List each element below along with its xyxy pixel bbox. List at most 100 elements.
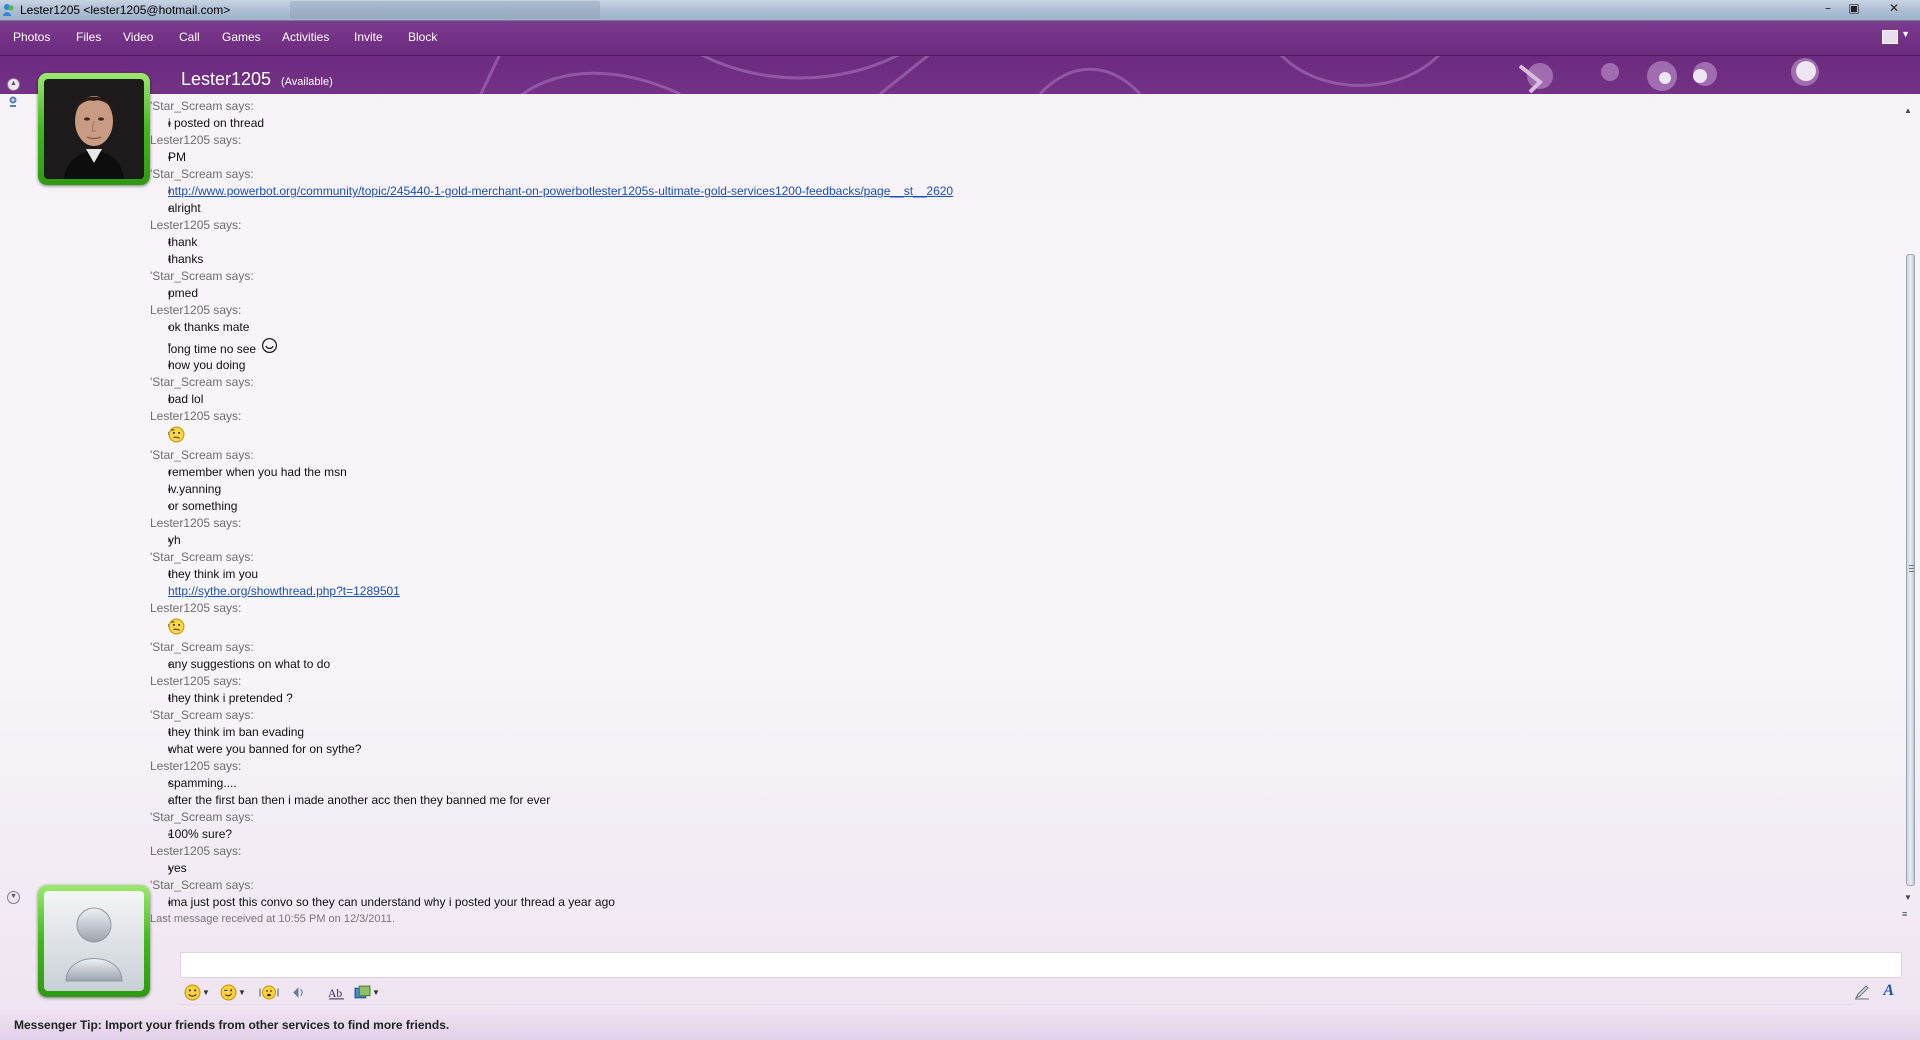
message-text: pmed: [168, 286, 199, 300]
message-text: yes: [168, 861, 187, 875]
message-text: ima just post this convo so they can und…: [168, 895, 615, 909]
menu-bar: Photos Files Video Call Games Activities…: [0, 21, 1920, 56]
message-link[interactable]: http://www.powerbot.org/community/topic/…: [168, 184, 953, 198]
menu-files[interactable]: Files: [76, 30, 101, 44]
conversation-header: Lester1205 (Available): [0, 56, 1920, 94]
nudge-icon: [259, 985, 279, 1000]
thinking-emoticon-icon: [168, 426, 185, 443]
conversation-history: thanks 'Star_Scream says: i posted on thre…: [150, 94, 1900, 944]
menu-video[interactable]: Video: [123, 30, 153, 44]
header-decoration: [479, 56, 1819, 94]
message-text: i posted on thread: [168, 116, 265, 130]
contact-status: (Available): [281, 76, 333, 88]
minimize-button[interactable]: –: [1816, 1, 1840, 17]
sender-label: Lester1205 says:: [150, 844, 242, 858]
message-text: PM: [168, 150, 186, 164]
message-text: ok thanks mate: [168, 320, 250, 334]
smile-icon: [184, 984, 201, 1001]
restore-button[interactable]: ▣: [1842, 1, 1866, 17]
message-text: lv.yanning: [168, 482, 222, 496]
sender-label: Lester1205 says:: [150, 133, 242, 147]
message-text: 100% sure?: [168, 827, 233, 841]
contact-photo: [44, 79, 144, 179]
font-icon[interactable]: A: [1883, 982, 1894, 1000]
sender-label: 'Star_Scream says:: [150, 640, 254, 654]
background-icon: [354, 985, 371, 999]
message-text: they think im you: [168, 567, 259, 581]
sender-label: Lester1205 says:: [150, 601, 242, 615]
sender-label: 'Star_Scream says:: [150, 448, 254, 462]
menu-call[interactable]: Call: [179, 30, 200, 44]
webcam-icon[interactable]: [8, 96, 18, 108]
messenger-tip[interactable]: Messenger Tip: Import your friends from …: [14, 1018, 449, 1032]
message-link[interactable]: http://sythe.org/showthread.php?t=128950…: [168, 584, 400, 598]
message-text: after the first ban then i made another …: [168, 793, 551, 807]
menu-activities[interactable]: Activities: [282, 30, 329, 44]
chevron-down-icon[interactable]: ▼: [1901, 29, 1910, 39]
sender-label: 'Star_Scream says:: [150, 878, 254, 892]
voice-clip-icon: [293, 987, 303, 998]
sender-label: 'Star_Scream says:: [150, 375, 254, 389]
show-menu-icon[interactable]: [1882, 30, 1898, 44]
sender-label: 'Star_Scream says:: [150, 99, 254, 113]
my-avatar[interactable]: [38, 885, 150, 997]
message-text: thank: [168, 235, 198, 249]
tip-bar: Messenger Tip: Import your friends from …: [0, 1010, 1920, 1040]
default-user-picture: [44, 891, 144, 991]
menu-photos[interactable]: Photos: [13, 30, 50, 44]
message-text: alright: [168, 201, 201, 215]
emoticon-button[interactable]: ▼: [184, 982, 210, 1002]
message-text: any suggestions on what to do: [168, 657, 331, 671]
sender-label: 'Star_Scream says:: [150, 550, 254, 564]
message-text: thanks: [168, 94, 203, 96]
toolbar-divider: [180, 1004, 1852, 1005]
close-button[interactable]: ✕: [1882, 1, 1906, 17]
menu-block[interactable]: Block: [408, 30, 437, 44]
collapse-contact-icon[interactable]: ▲: [7, 78, 20, 91]
background-window-ghost: [290, 1, 600, 19]
voice-clip-button[interactable]: [290, 982, 307, 1002]
text-style-icon: Ab: [328, 987, 344, 1000]
contact-display-name: Lester1205: [181, 69, 272, 89]
sender-label: 'Star_Scream says:: [150, 269, 254, 283]
smile-emoticon-icon: [262, 337, 278, 354]
nudge-button[interactable]: [258, 982, 280, 1002]
message-text: or something: [168, 499, 238, 513]
scroll-thumb[interactable]: [1906, 254, 1915, 886]
scroll-down-icon[interactable]: ▼: [1904, 893, 1912, 902]
title-bar: Lester1205 <lester1205@hotmail.com> – ▣ …: [0, 0, 1920, 21]
sender-label: Lester1205 says:: [150, 409, 242, 423]
menu-invite[interactable]: Invite: [354, 30, 383, 44]
thinking-emoticon-icon: [168, 618, 185, 635]
sender-label: Lester1205 says:: [150, 516, 242, 530]
conversation-scrollbar[interactable]: ▲ ▼: [1902, 94, 1916, 914]
window-title: Lester1205 <lester1205@hotmail.com>: [20, 3, 231, 17]
message-text: yh: [168, 533, 181, 547]
sender-label: Lester1205 says:: [150, 759, 242, 773]
scroll-grip: [1909, 565, 1914, 574]
message-text: thanks: [168, 252, 204, 266]
handwrite-pen-icon[interactable]: [1854, 984, 1870, 1000]
scroll-up-icon[interactable]: ▲: [1904, 106, 1912, 115]
sender-label: 'Star_Scream says:: [150, 708, 254, 722]
contact-avatar[interactable]: [38, 73, 150, 185]
wink-button[interactable]: ▼: [220, 982, 246, 1002]
background-button[interactable]: ▼: [354, 982, 380, 1002]
scroll-to-end-icon[interactable]: ≡: [1902, 909, 1907, 919]
message-text: how you doing: [168, 358, 246, 372]
message-text: spamming....: [168, 776, 237, 790]
format-toolbar: ▼ ▼ Ab ▼ A: [180, 978, 1900, 1008]
sender-label: 'Star_Scream says:: [150, 810, 254, 824]
message-text: remember when you had the msn: [168, 465, 347, 479]
svg-text:Ab: Ab: [328, 987, 342, 1000]
message-input[interactable]: [180, 952, 1902, 978]
message-text: they think i pretended ?: [168, 691, 293, 705]
sender-label: Lester1205 says:: [150, 674, 242, 688]
last-message-timestamp: Last message received at 10:55 PM on 12/…: [150, 913, 396, 925]
menu-games[interactable]: Games: [222, 30, 261, 44]
collapse-my-picture-icon[interactable]: ▼: [7, 891, 20, 904]
sender-label: Lester1205 says:: [150, 218, 242, 232]
message-text: bad lol: [168, 392, 204, 406]
handwriting-button[interactable]: Ab: [328, 982, 345, 1002]
wink-icon: [220, 984, 237, 1001]
